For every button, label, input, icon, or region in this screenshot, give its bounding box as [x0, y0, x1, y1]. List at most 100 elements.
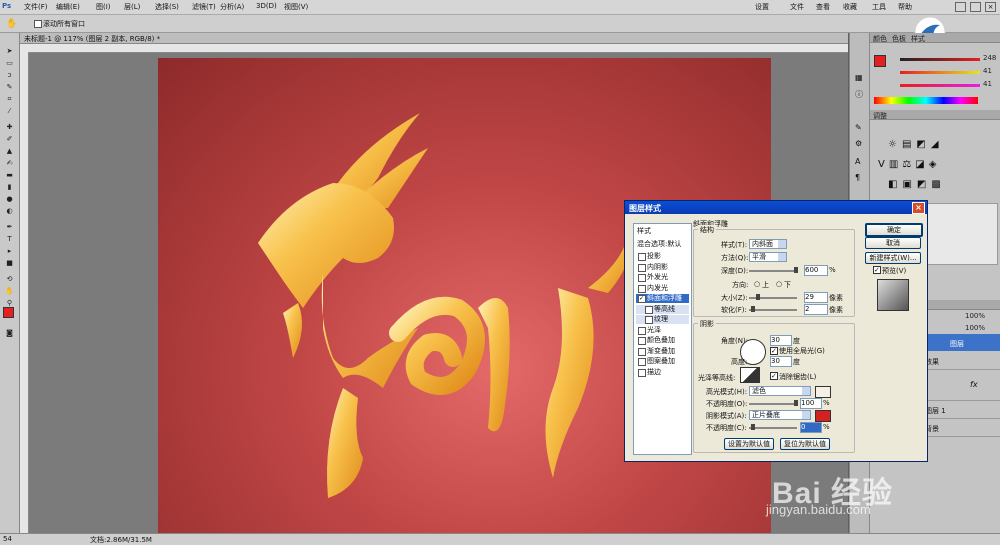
depth-slider[interactable] [749, 270, 797, 272]
minimize-button[interactable] [955, 2, 966, 12]
marquee-tool-icon[interactable]: ▭ [4, 59, 15, 68]
dialog-titlebar[interactable]: 图层样式 × [625, 201, 927, 214]
eyedropper-tool-icon[interactable]: ⁄ [4, 107, 15, 116]
shadow-opacity-input[interactable]: 0 [800, 422, 822, 433]
blue-slider[interactable] [900, 84, 980, 87]
style-item[interactable]: 内发光 [636, 284, 689, 293]
dodge-tool-icon[interactable]: ◐ [4, 207, 15, 216]
gloss-contour-picker[interactable] [740, 367, 760, 383]
menu-right-tools[interactable]: 工具 [872, 2, 886, 12]
menu-right-view[interactable]: 查看 [816, 2, 830, 12]
style-item[interactable]: ✓ 斜面和浮雕 [636, 294, 689, 303]
highlight-mode-dropdown[interactable]: 滤色 [749, 386, 811, 396]
dialog-close-icon[interactable]: × [912, 202, 925, 214]
soften-input[interactable]: 2 [804, 304, 828, 315]
shadow-mode-dropdown[interactable]: 正片叠底 [749, 410, 811, 420]
style-item[interactable]: 投影 [636, 252, 689, 261]
make-default-button[interactable]: 设置为默认值 [724, 438, 774, 450]
ps-logo-icon[interactable]: Ps [2, 2, 11, 10]
style-item[interactable]: 等高线 [636, 304, 689, 314]
red-slider[interactable] [900, 58, 980, 61]
highlight-color-swatch[interactable] [815, 386, 831, 398]
shape-tool-icon[interactable]: ■ [4, 259, 15, 268]
global-light-checkbox[interactable]: ✓ [770, 347, 778, 355]
size-slider-knob[interactable] [756, 294, 760, 300]
menu-right-file[interactable]: 文件 [790, 2, 804, 12]
hand-tool-icon[interactable]: ✋ [6, 19, 17, 29]
stamp-tool-icon[interactable]: ▲ [4, 147, 15, 156]
healing-tool-icon[interactable]: ✚ [4, 123, 15, 132]
green-value[interactable]: 41 [983, 67, 992, 75]
style-item-checkbox[interactable] [638, 368, 646, 377]
style-item-checkbox[interactable] [638, 284, 646, 293]
green-slider[interactable] [900, 71, 980, 74]
brush-tool-icon[interactable]: ✐ [4, 135, 15, 144]
new-style-button[interactable]: 新建样式(W)... [865, 252, 921, 264]
styles-header[interactable]: 样式 [637, 226, 651, 236]
style-item[interactable]: 渐变叠加 [636, 347, 689, 356]
depth-input[interactable]: 600 [804, 265, 828, 276]
direction-down-radio[interactable]: ○ [776, 280, 782, 288]
angle-input[interactable]: 30 [770, 335, 792, 346]
3d-rotate-tool-icon[interactable]: ⟲ [4, 275, 15, 284]
adjustment-icons-row-2[interactable]: V▥⚖◪◈ [878, 159, 940, 170]
character-panel-icon[interactable]: A [855, 157, 860, 166]
technique-dropdown[interactable]: 平滑 [749, 252, 787, 262]
direction-up-radio[interactable]: ○ [754, 280, 760, 288]
status-zoom[interactable]: 54 [3, 535, 12, 543]
close-icon[interactable]: × [985, 2, 996, 12]
menu-file[interactable]: 文件(F) [24, 2, 48, 12]
style-item[interactable]: 图案叠加 [636, 357, 689, 366]
menu-edit[interactable]: 编辑(E) [56, 2, 80, 12]
crop-tool-icon[interactable]: ⌗ [4, 95, 15, 104]
soften-slider-knob[interactable] [751, 306, 755, 312]
adjustment-icons-row-1[interactable]: ☼▤◩◢ [888, 139, 944, 150]
document-tab[interactable]: 未标题-1 @ 117% (图层 2 副本, RGB/8) * [20, 33, 848, 44]
eraser-tool-icon[interactable]: ▬ [4, 171, 15, 180]
blue-value[interactable]: 41 [983, 80, 992, 88]
shadow-opacity-knob[interactable] [751, 424, 755, 430]
tab-swatches[interactable]: 色板 [892, 34, 906, 44]
preview-checkbox[interactable]: ✓ [873, 266, 881, 274]
style-item[interactable]: 纹理 [636, 315, 689, 324]
ok-button[interactable]: 确定 [865, 223, 923, 237]
adjustment-icons-row-3[interactable]: ◧▣◩▩ [888, 179, 946, 190]
style-item-checkbox[interactable] [645, 316, 653, 324]
style-item[interactable]: 描边 [636, 368, 689, 377]
shadow-color-swatch[interactable] [815, 410, 831, 422]
menu-analysis[interactable]: 分析(A) [220, 2, 244, 12]
brush-panel-icon[interactable]: ✎ [855, 123, 862, 132]
style-item[interactable]: 颜色叠加 [636, 336, 689, 345]
blur-tool-icon[interactable]: ● [4, 195, 15, 204]
clone-panel-icon[interactable]: ⚙ [855, 139, 862, 148]
quick-select-tool-icon[interactable]: ✎ [4, 83, 15, 92]
style-dropdown[interactable]: 内斜面 [749, 239, 787, 249]
history-panel-icon[interactable]: ▦ [855, 73, 863, 82]
shadow-opacity-slider[interactable] [749, 427, 797, 429]
quick-mask-icon[interactable]: ◙ [4, 329, 15, 338]
style-item-checkbox[interactable] [638, 274, 646, 282]
style-item[interactable]: 光泽 [636, 326, 689, 335]
style-item-checkbox[interactable] [645, 305, 653, 314]
menu-3d[interactable]: 3D(D) [256, 2, 277, 10]
style-item-checkbox[interactable]: ✓ [638, 295, 646, 303]
soften-slider[interactable] [749, 309, 797, 311]
depth-slider-knob[interactable] [794, 267, 798, 273]
style-item[interactable]: 内阴影 [636, 263, 689, 272]
workspace-label[interactable]: 设置 [755, 2, 769, 12]
move-tool-icon[interactable]: ➤ [4, 47, 15, 56]
hand-tool-icon-2[interactable]: ✋ [4, 287, 15, 296]
style-item-checkbox[interactable] [638, 326, 646, 335]
style-item-checkbox[interactable] [638, 253, 646, 261]
type-tool-icon[interactable]: T [4, 235, 15, 244]
maximize-button[interactable] [970, 2, 981, 12]
size-input[interactable]: 29 [804, 292, 828, 303]
menu-right-fav[interactable]: 收藏 [843, 2, 857, 12]
highlight-opacity-slider[interactable] [749, 403, 797, 405]
tab-styles[interactable]: 样式 [911, 34, 925, 44]
menu-image[interactable]: 图(I) [96, 2, 111, 12]
altitude-input[interactable]: 30 [770, 356, 792, 367]
menu-right-help[interactable]: 帮助 [898, 2, 912, 12]
pen-tool-icon[interactable]: ✒ [4, 223, 15, 232]
reset-default-button[interactable]: 复位为默认值 [780, 438, 830, 450]
